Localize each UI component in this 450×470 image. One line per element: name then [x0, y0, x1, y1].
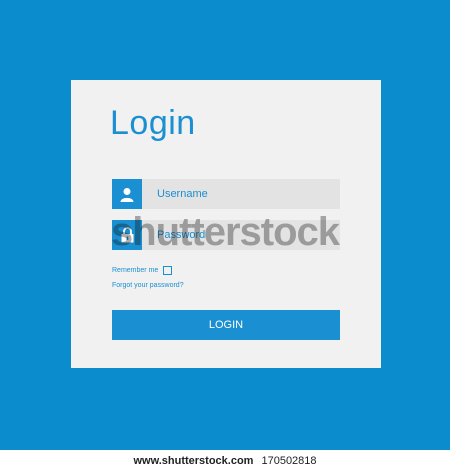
- username-input[interactable]: [142, 179, 340, 209]
- remember-me-checkbox[interactable]: [163, 266, 173, 275]
- lock-icon: [112, 220, 142, 250]
- page-title: Login: [110, 104, 196, 142]
- footer-image-id: 170502818: [261, 454, 317, 467]
- username-field: [112, 179, 340, 209]
- footer-caption: www.shutterstock.com 170502818: [0, 451, 450, 470]
- password-field: [112, 220, 340, 250]
- remember-me[interactable]: Remember me: [112, 266, 173, 275]
- user-icon: [112, 179, 142, 209]
- password-input[interactable]: [142, 220, 340, 250]
- login-button[interactable]: LOGIN: [112, 310, 340, 340]
- footer-site: www.shutterstock.com: [133, 454, 254, 467]
- forgot-password-link[interactable]: Forgot your password?: [112, 282, 184, 289]
- remember-me-label: Remember me: [112, 267, 159, 274]
- login-card: Login Remember me Forgot your password? …: [71, 80, 381, 368]
